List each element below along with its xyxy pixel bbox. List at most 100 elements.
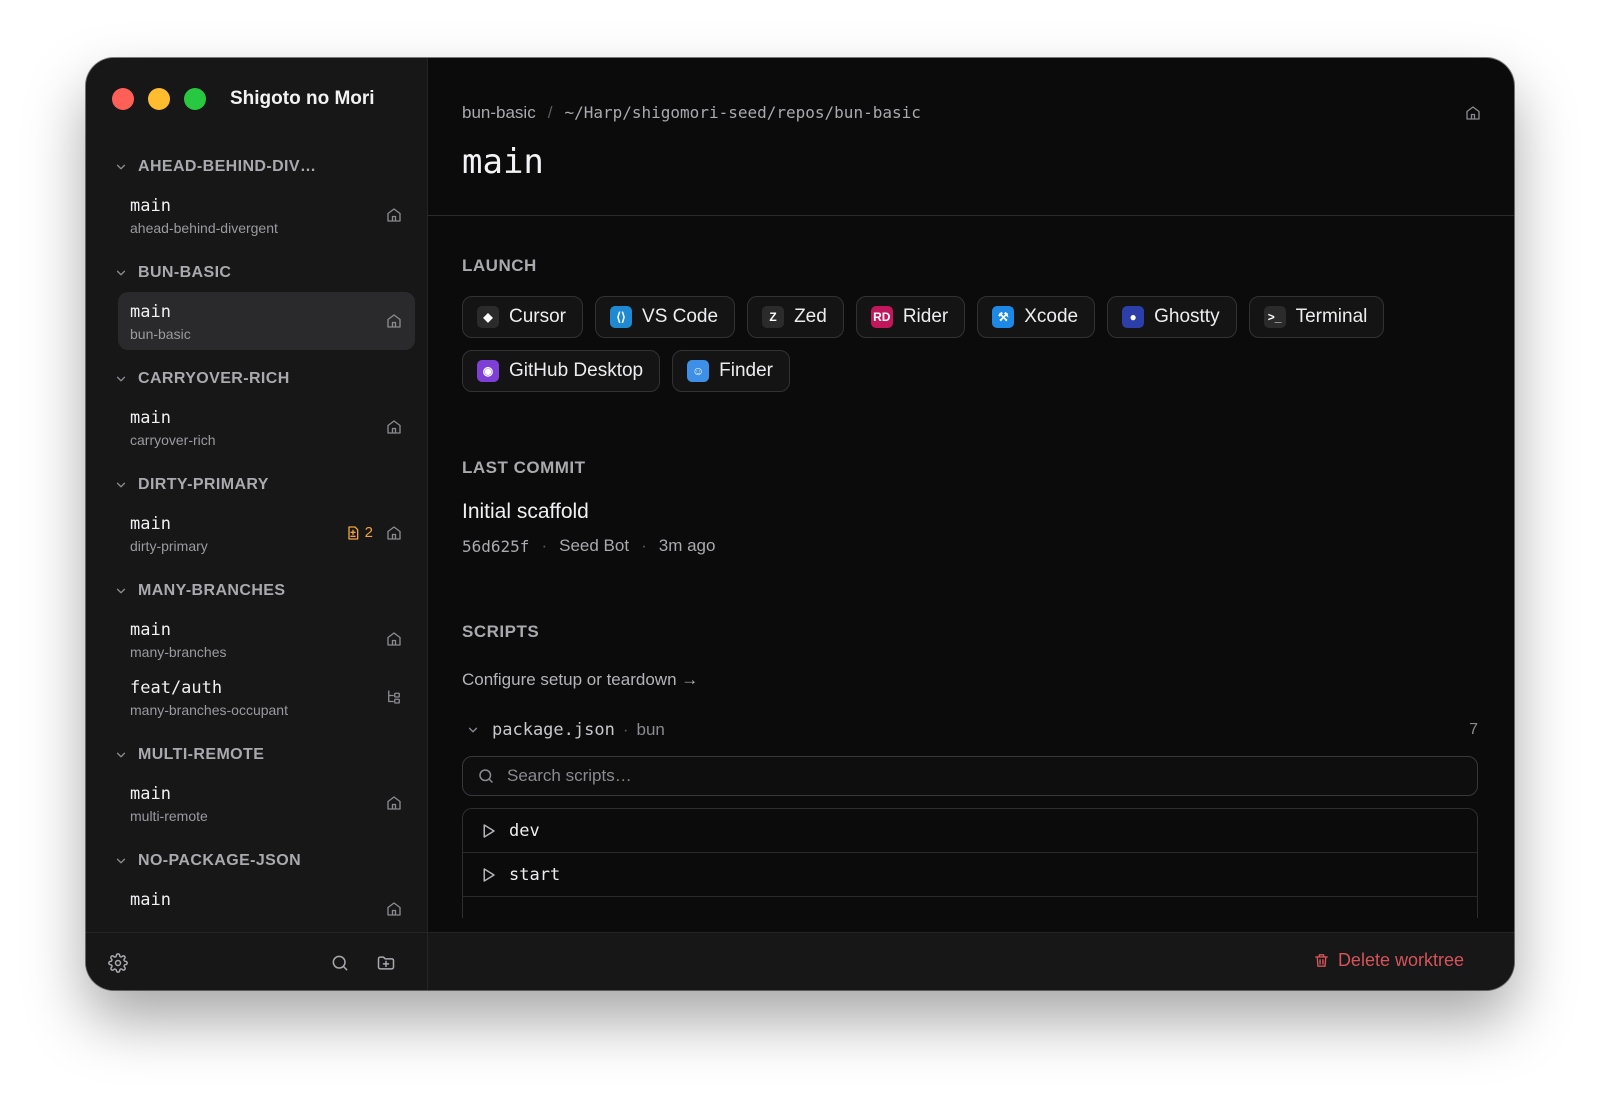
launch-button-label: Zed bbox=[794, 306, 827, 327]
worktree-item[interactable]: main bbox=[118, 880, 415, 932]
worktree-item[interactable]: main multi-remote bbox=[118, 774, 415, 832]
launch-github-desktop-button[interactable]: ◉ GitHub Desktop bbox=[462, 350, 661, 392]
launch-button-label: Cursor bbox=[509, 306, 567, 327]
app-title: Shigoto no Mori bbox=[230, 88, 375, 109]
repo-group-name: DIRTY-PRIMARY bbox=[138, 476, 269, 493]
package-runtime: bun bbox=[636, 720, 665, 739]
finder-icon: ☺ bbox=[687, 360, 710, 382]
app-window: Shigoto no Mori AHEAD-BEHIND-DIV… main ahe… bbox=[86, 58, 1514, 990]
ghostty-icon: ● bbox=[1122, 306, 1145, 328]
launch-section-label: LAUNCH bbox=[462, 256, 537, 275]
launch-ghostty-button[interactable]: ● Ghostty bbox=[1107, 296, 1237, 338]
repo-group-name: AHEAD-BEHIND-DIV… bbox=[138, 158, 317, 175]
worktree-item[interactable]: main carryover-rich bbox=[118, 398, 415, 456]
meta-separator: · bbox=[641, 536, 647, 555]
search-icon bbox=[479, 769, 493, 783]
breadcrumb-path[interactable]: ~/Harp/shigomori-seed/repos/bun-basic bbox=[564, 102, 920, 124]
worktree-item[interactable]: feat/auth many-branches-occupant bbox=[118, 668, 415, 726]
github-desktop-icon: ◉ bbox=[477, 360, 499, 382]
launch-button-label: Rider bbox=[902, 306, 949, 327]
close-window-button[interactable] bbox=[112, 88, 134, 110]
launch-button-label: Xcode bbox=[1024, 306, 1079, 327]
worktree-branch: main bbox=[130, 784, 171, 804]
home-icon bbox=[385, 630, 403, 648]
repo-group-name: NO-PACKAGE-JSON bbox=[138, 852, 302, 869]
page-title: main bbox=[462, 142, 544, 182]
repo-group-header[interactable]: NO-PACKAGE-JSON bbox=[86, 842, 427, 880]
worktree-branch: main bbox=[130, 302, 171, 322]
script-search-input[interactable] bbox=[507, 766, 1107, 786]
minimize-window-button[interactable] bbox=[148, 88, 170, 110]
launch-buttons-row: ◆ Cursor ⟨⟩ VS Code Z Zed RD Rider ⚒ Xcode ● Ghostt… bbox=[462, 296, 1385, 338]
changes-badge: 2 bbox=[345, 524, 373, 541]
home-icon bbox=[385, 794, 403, 812]
home-icon bbox=[385, 900, 403, 918]
launch-terminal-button[interactable]: >_ Terminal bbox=[1248, 296, 1385, 338]
chevron-down-icon bbox=[468, 727, 478, 733]
scripts-section-label: SCRIPTS bbox=[462, 622, 540, 641]
worktree-repo: ahead-behind-divergent bbox=[130, 220, 278, 236]
worktree-branch: main bbox=[130, 620, 171, 640]
worktree-repo: many-branches bbox=[130, 644, 227, 660]
repo-group-header[interactable]: AHEAD-BEHIND-DIV… bbox=[86, 148, 427, 186]
package-json-toggle[interactable]: package.json · bun 7 bbox=[466, 718, 1478, 742]
trash-icon bbox=[1315, 954, 1328, 967]
sidebar: Shigoto no Mori AHEAD-BEHIND-DIV… main ahe… bbox=[86, 58, 428, 990]
chevron-down-icon bbox=[114, 584, 128, 598]
repo-group-header[interactable]: MULTI-REMOTE bbox=[86, 736, 427, 774]
worktree-icon bbox=[385, 688, 403, 706]
search-icon[interactable] bbox=[330, 953, 350, 973]
launch-cursor-button[interactable]: ◆ Cursor bbox=[462, 296, 584, 338]
repo-group-header[interactable]: CARRYOVER-RICH bbox=[86, 360, 427, 398]
script-row[interactable]: dev bbox=[463, 809, 1477, 853]
launch-vs-code-button[interactable]: ⟨⟩ VS Code bbox=[595, 296, 736, 338]
commit-message: Initial scaffold bbox=[462, 500, 589, 523]
gear-icon[interactable] bbox=[108, 953, 128, 973]
worktree-repo: many-branches-occupant bbox=[130, 702, 288, 718]
launch-button-label: GitHub Desktop bbox=[509, 360, 644, 381]
cursor-icon: ◆ bbox=[477, 306, 499, 328]
launch-rider-button[interactable]: RD Rider bbox=[855, 296, 966, 338]
repo-group-header[interactable]: DIRTY-PRIMARY bbox=[86, 466, 427, 504]
script-row[interactable]: start bbox=[463, 853, 1477, 897]
worktree-item[interactable]: main dirty-primary 2 bbox=[118, 504, 415, 562]
scripts-list: dev start bbox=[462, 808, 1478, 918]
delete-worktree-button[interactable]: Delete worktree bbox=[1313, 950, 1464, 971]
home-icon bbox=[385, 524, 403, 542]
new-folder-icon[interactable] bbox=[376, 953, 396, 973]
repo-group-header[interactable]: BUN-BASIC bbox=[86, 254, 427, 292]
chevron-down-icon bbox=[114, 372, 128, 386]
launch-xcode-button[interactable]: ⚒ Xcode bbox=[977, 296, 1096, 338]
launch-finder-button[interactable]: ☺ Finder bbox=[672, 350, 790, 392]
package-file-name: package.json bbox=[492, 720, 615, 740]
repo-group-header[interactable]: MANY-BRANCHES bbox=[86, 572, 427, 610]
repo-list[interactable]: AHEAD-BEHIND-DIV… main ahead-behind-diverg… bbox=[86, 148, 427, 932]
delete-worktree-label: Delete worktree bbox=[1337, 950, 1464, 970]
sidebar-footer bbox=[86, 932, 427, 990]
worktree-item[interactable]: main ahead-behind-divergent bbox=[118, 186, 415, 244]
worktree-header: bun-basic / ~/Harp/shigomori-seed/repos/… bbox=[428, 58, 1514, 216]
zoom-window-button[interactable] bbox=[184, 88, 206, 110]
commit-time: 3m ago bbox=[658, 536, 716, 555]
home-icon bbox=[1464, 104, 1482, 122]
worktree-item[interactable]: main bun-basic bbox=[118, 292, 415, 350]
file-changes-icon bbox=[345, 525, 361, 541]
launch-button-label: Terminal bbox=[1295, 306, 1368, 327]
vs-code-icon: ⟨⟩ bbox=[610, 306, 633, 328]
commit-hash[interactable]: 56d625f bbox=[462, 537, 529, 556]
launch-zed-button[interactable]: Z Zed bbox=[747, 296, 844, 338]
launch-button-label: Finder bbox=[719, 360, 773, 381]
breadcrumb-repo[interactable]: bun-basic bbox=[462, 102, 536, 124]
zed-icon: Z bbox=[762, 306, 785, 328]
repo-group-name: BUN-BASIC bbox=[138, 264, 232, 281]
script-search[interactable] bbox=[462, 756, 1478, 796]
chevron-down-icon bbox=[114, 478, 128, 492]
configure-scripts-link[interactable]: Configure setup or teardown → bbox=[462, 670, 698, 690]
chevron-down-icon bbox=[114, 160, 128, 174]
worktree-repo: carryover-rich bbox=[130, 432, 216, 448]
breadcrumb: bun-basic / ~/Harp/shigomori-seed/repos/… bbox=[462, 102, 921, 124]
worktree-item[interactable]: main many-branches bbox=[118, 610, 415, 668]
